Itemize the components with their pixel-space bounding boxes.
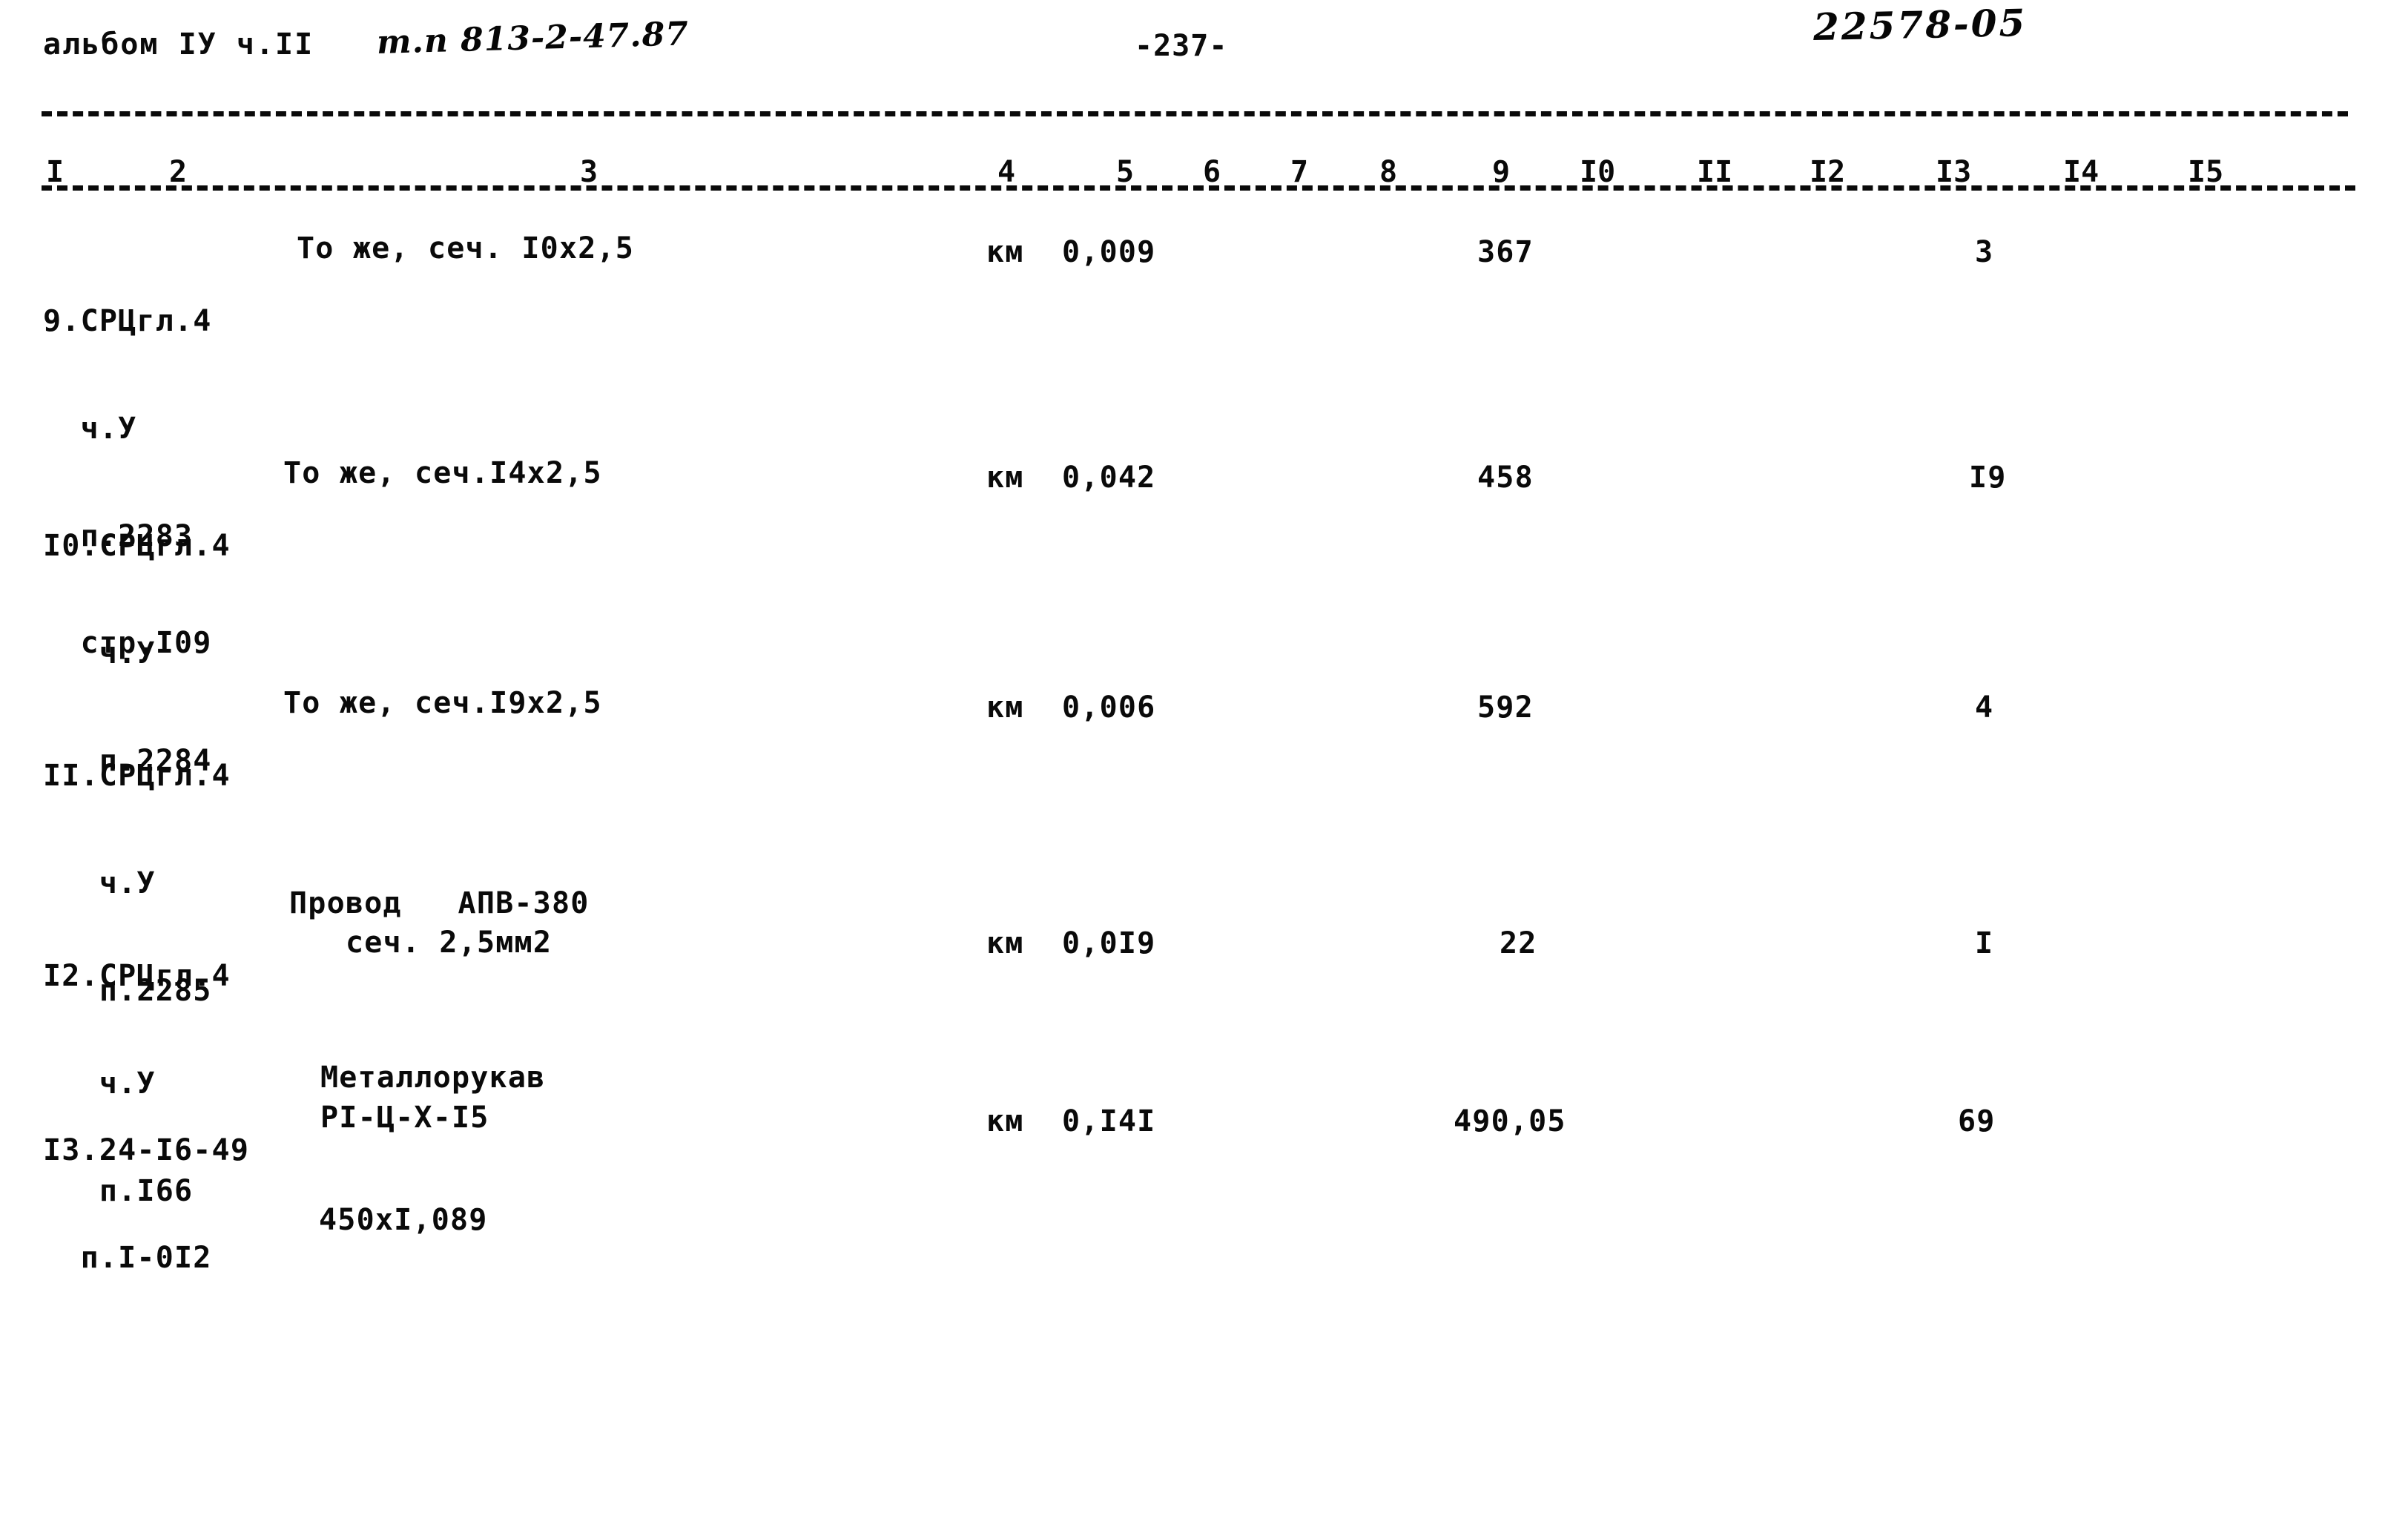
page-number: -237-: [1135, 29, 1228, 63]
row-12-description-line-2: сеч. 2,5мм2: [346, 926, 552, 960]
row-13-ref-line-2: п.I-0I2: [43, 1240, 212, 1275]
header-divider-rule: [42, 111, 2348, 116]
column-header-4: 4: [997, 155, 1016, 189]
scanned-page: альбом IУ ч.II т.п 813-2-47.87 -237- 225…: [0, 0, 2408, 1533]
row-12-quantity: 0,0I9: [1062, 926, 1156, 960]
row-9-ref-line-2: ч.У: [43, 411, 137, 446]
row-10-quantity: 0,042: [1062, 461, 1156, 495]
header-album-label: альбом IУ ч.II: [43, 27, 314, 62]
header-handwritten-series: т.п 813-2-47.87: [376, 15, 690, 62]
row-10-ref-line-1: I0.СРЦгл.4: [43, 529, 231, 563]
row-13-description-line-2: РI-Ц-Х-I5: [320, 1101, 489, 1135]
row-9-price: 367: [1477, 235, 1534, 269]
row-9-total: 3: [1975, 235, 1994, 269]
row-12-ref-line-1: I2.СРЦгл.4: [43, 959, 231, 993]
table-row: I3.24-I6-49 п.I-0I2: [43, 1063, 249, 1346]
row-12-description-line-1: Провод АПВ-380: [289, 886, 590, 920]
column-header-10: I0: [1580, 155, 1616, 189]
footer-calculation-note: 450хI,089: [319, 1203, 488, 1237]
archive-stamp-handwritten: 22578-05: [1812, 0, 2028, 49]
row-10-price: 458: [1477, 461, 1534, 495]
column-header-8: 8: [1379, 155, 1398, 189]
row-13-total: 69: [1958, 1104, 1996, 1138]
row-11-description: То же, сеч.I9х2,5: [283, 686, 602, 720]
column-header-12: I2: [1810, 155, 1846, 189]
column-header-3: 3: [580, 155, 598, 189]
row-11-total: 4: [1975, 690, 1994, 725]
row-10-ref-line-2: ч.У: [43, 636, 156, 670]
column-header-1: I: [46, 155, 65, 189]
column-header-14: I4: [2063, 155, 2099, 189]
row-12-price: 22: [1500, 926, 1537, 960]
row-13-unit: км: [986, 1104, 1024, 1138]
row-13-ref-line-1: I3.24-I6-49: [43, 1133, 250, 1167]
row-12-total: I: [1975, 926, 1994, 960]
row-10-total: I9: [1969, 461, 2007, 495]
row-11-ref-line-1: II.СРЦгл.4: [43, 759, 231, 793]
row-11-unit: км: [986, 690, 1024, 725]
row-13-price: 490,05: [1454, 1104, 1566, 1138]
column-header-15: I5: [2188, 155, 2224, 189]
row-10-description: То же, сеч.I4х2,5: [283, 456, 602, 490]
column-header-divider-rule: [42, 185, 2355, 191]
row-13-quantity: 0,I4I: [1062, 1104, 1156, 1138]
column-header-2: 2: [169, 155, 188, 189]
row-11-price: 592: [1477, 690, 1534, 725]
row-9-ref-line-1: 9.СРЦгл.4: [43, 304, 212, 338]
row-12-unit: км: [986, 926, 1024, 960]
row-9-unit: км: [986, 235, 1024, 269]
row-9-description: То же, сеч. I0х2,5: [297, 231, 635, 266]
row-13-description-line-1: Металлорукав: [320, 1061, 546, 1095]
column-header-11: II: [1697, 155, 1733, 189]
row-9-quantity: 0,009: [1062, 235, 1156, 269]
column-header-9: 9: [1492, 155, 1511, 189]
column-header-5: 5: [1116, 155, 1135, 189]
column-header-7: 7: [1290, 155, 1309, 189]
column-header-13: I3: [1936, 155, 1972, 189]
column-header-6: 6: [1203, 155, 1221, 189]
row-10-unit: км: [986, 461, 1024, 495]
row-11-quantity: 0,006: [1062, 690, 1156, 725]
